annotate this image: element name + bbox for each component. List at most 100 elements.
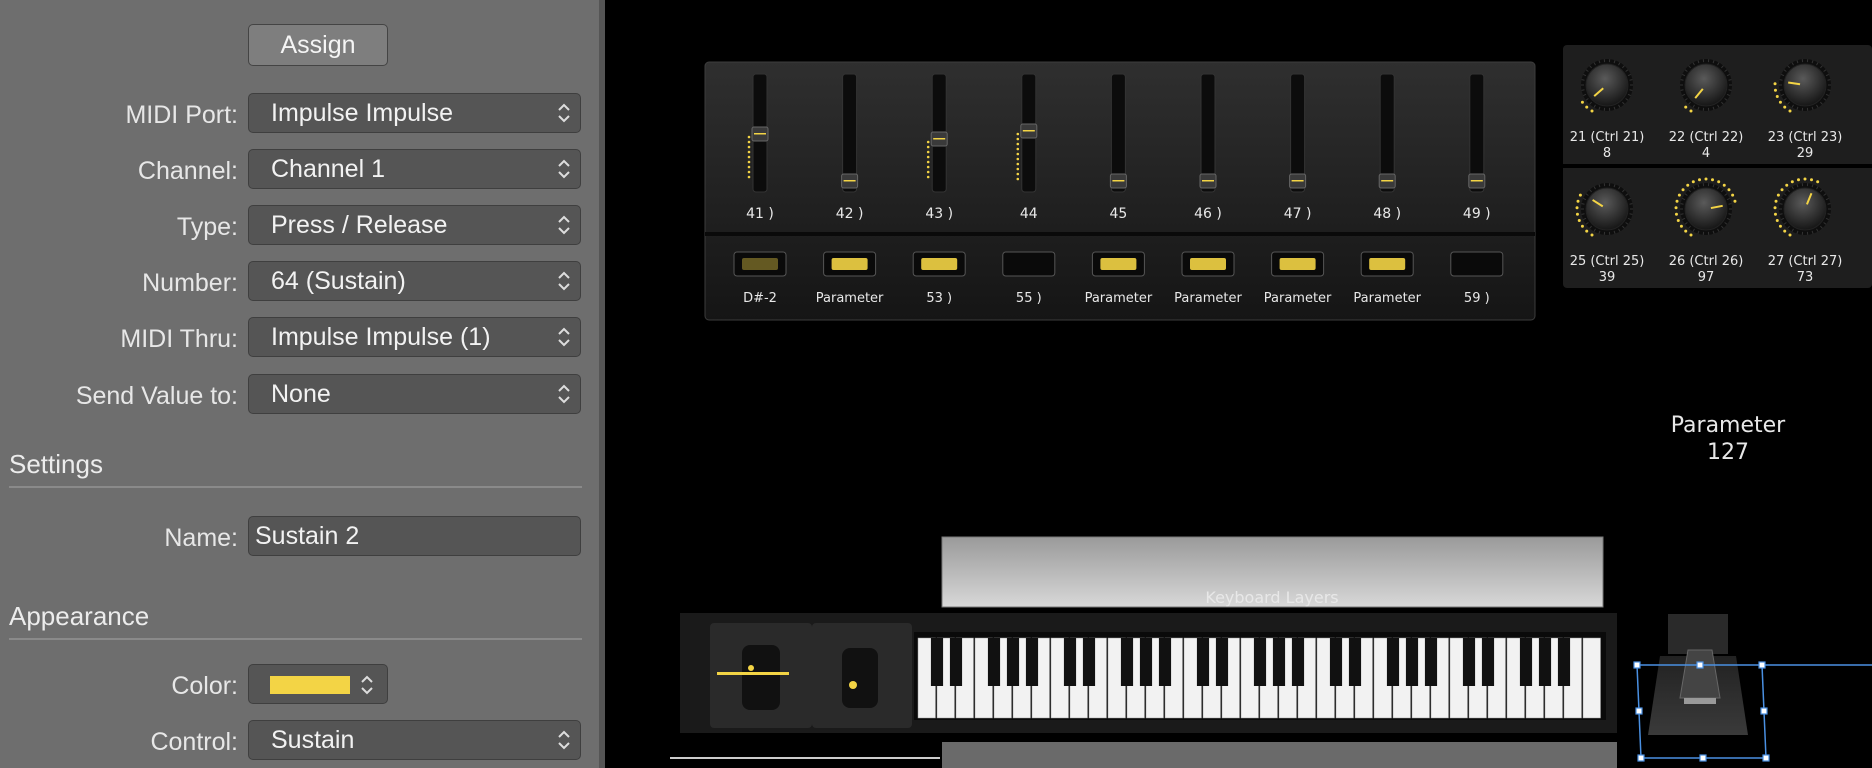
stepper-arrows-icon: [361, 675, 373, 695]
black-key[interactable]: [987, 638, 1001, 686]
name-label: Name:: [164, 524, 238, 552]
midi-port-select[interactable]: Impulse Impulse: [248, 93, 581, 133]
black-key[interactable]: [949, 638, 963, 686]
piano-keyboard[interactable]: [914, 632, 1606, 720]
number-select[interactable]: 64 (Sustain): [248, 261, 581, 301]
black-key[interactable]: [1291, 638, 1305, 686]
control-label: Control:: [150, 728, 238, 756]
black-key[interactable]: [1082, 638, 1096, 686]
pad-button-label: D#-2: [743, 291, 777, 306]
fader-label: 41 ): [746, 206, 774, 222]
color-swatch: [270, 676, 350, 694]
knob-label: 21 (Ctrl 21): [1570, 130, 1645, 145]
black-key[interactable]: [1006, 638, 1020, 686]
keyboard-area: Keyboard Layers: [670, 536, 1617, 768]
black-key[interactable]: [1120, 638, 1134, 686]
appearance-divider: [9, 638, 582, 640]
settings-heading: Settings: [9, 449, 103, 479]
type-label: Type:: [176, 213, 238, 241]
controller-surface: 41 ) 42 ) 43 ) 44 45 46 ) 47 ) 48 ) 49 ) D#-2 Par…: [670, 45, 1872, 768]
black-key[interactable]: [1063, 638, 1077, 686]
knob-label: 22 (Ctrl 22): [1669, 130, 1744, 145]
black-key[interactable]: [1158, 638, 1172, 686]
midi-port-row: MIDI Port: Impulse Impulse: [0, 93, 600, 137]
midi-port-label: MIDI Port:: [125, 101, 238, 129]
fader-label: 42 ): [836, 206, 864, 222]
select-arrows-icon: [558, 159, 570, 179]
black-key[interactable]: [1272, 638, 1286, 686]
keyboard-layers-label: Keyboard Layers: [1205, 588, 1338, 607]
type-row: Type: Press / Release: [0, 205, 600, 249]
knob-value: 29: [1797, 146, 1814, 161]
select-arrows-icon: [558, 730, 570, 750]
black-key[interactable]: [1329, 638, 1343, 686]
knob-label: 23 (Ctrl 23): [1768, 130, 1843, 145]
channel-row: Channel: Channel 1: [0, 149, 600, 193]
name-input[interactable]: Sustain 2: [248, 516, 581, 556]
white-key[interactable]: [1582, 637, 1601, 719]
black-key[interactable]: [1538, 638, 1552, 686]
black-key[interactable]: [930, 638, 944, 686]
fader-label: 46 ): [1194, 206, 1222, 222]
fader-label: 49 ): [1463, 206, 1491, 222]
assign-button[interactable]: Assign: [248, 24, 388, 66]
fader-label: 44: [1020, 206, 1038, 222]
select-arrows-icon: [558, 103, 570, 123]
control-select[interactable]: Sustain: [248, 720, 581, 760]
channel-select[interactable]: Channel 1: [248, 149, 581, 189]
send-value-select[interactable]: None: [248, 374, 581, 414]
black-key[interactable]: [1215, 638, 1229, 686]
select-arrows-icon: [558, 215, 570, 235]
color-picker[interactable]: [248, 664, 388, 704]
sustain-pedal[interactable]: [1648, 614, 1748, 735]
fader-label: 48 ): [1373, 206, 1401, 222]
number-row: Number: 64 (Sustain): [0, 261, 600, 305]
knob-label: 27 (Ctrl 27): [1768, 254, 1843, 269]
black-key[interactable]: [1253, 638, 1267, 686]
settings-divider: [9, 486, 582, 488]
knob-value: 97: [1698, 270, 1715, 285]
black-key[interactable]: [1557, 638, 1571, 686]
knob-value: 4: [1702, 146, 1710, 161]
smart-controls-inspector: Assign MIDI Port: Impulse Impulse Channe…: [0, 0, 605, 768]
select-arrows-icon: [558, 271, 570, 291]
black-key[interactable]: [1386, 638, 1400, 686]
pad-button-label: 55 ): [1016, 291, 1042, 306]
controller-canvas: 41 ) 42 ) 43 ) 44 45 46 ) 47 ) 48 ) 49 ) D#-2 Par…: [611, 0, 1872, 768]
knob-label: 25 (Ctrl 25): [1570, 254, 1645, 269]
control-row: Control: Sustain: [0, 720, 600, 764]
send-value-label: Send Value to:: [75, 382, 238, 410]
black-key[interactable]: [1348, 638, 1362, 686]
knob-panel: 21 (Ctrl 21)8 22 (Ctrl 22)4 23 (Ctrl 23)29…: [1563, 45, 1872, 288]
black-key[interactable]: [1519, 638, 1533, 686]
black-key[interactable]: [1405, 638, 1419, 686]
midi-thru-row: MIDI Thru: Impulse Impulse (1): [0, 317, 600, 361]
pad-button-label: Parameter: [1085, 291, 1153, 306]
pad-button-label: Parameter: [1353, 291, 1421, 306]
knob-value: 8: [1603, 146, 1611, 161]
midi-thru-select[interactable]: Impulse Impulse (1): [248, 317, 581, 357]
black-key[interactable]: [1462, 638, 1476, 686]
select-arrows-icon: [558, 384, 570, 404]
knob-label: 26 (Ctrl 26): [1669, 254, 1744, 269]
select-arrows-icon: [558, 327, 570, 347]
readout-value: 127: [1707, 440, 1749, 465]
black-key[interactable]: [1424, 638, 1438, 686]
fader-label: 47 ): [1284, 206, 1312, 222]
black-key[interactable]: [1139, 638, 1153, 686]
midi-thru-label: MIDI Thru:: [120, 325, 238, 353]
pad-button-label: 59 ): [1464, 291, 1490, 306]
readout-name: Parameter: [1671, 413, 1786, 438]
channel-label: Channel:: [137, 157, 238, 185]
send-value-row: Send Value to: None: [0, 374, 600, 418]
name-row: Name: Sustain 2: [0, 516, 600, 560]
knob-value: 39: [1599, 270, 1616, 285]
black-key[interactable]: [1025, 638, 1039, 686]
black-key[interactable]: [1481, 638, 1495, 686]
black-key[interactable]: [1196, 638, 1210, 686]
fader-label: 43 ): [925, 206, 953, 222]
type-select[interactable]: Press / Release: [248, 205, 581, 245]
pad-button-label: Parameter: [816, 291, 884, 306]
color-label: Color:: [171, 672, 238, 700]
fader-label: 45: [1109, 206, 1127, 222]
